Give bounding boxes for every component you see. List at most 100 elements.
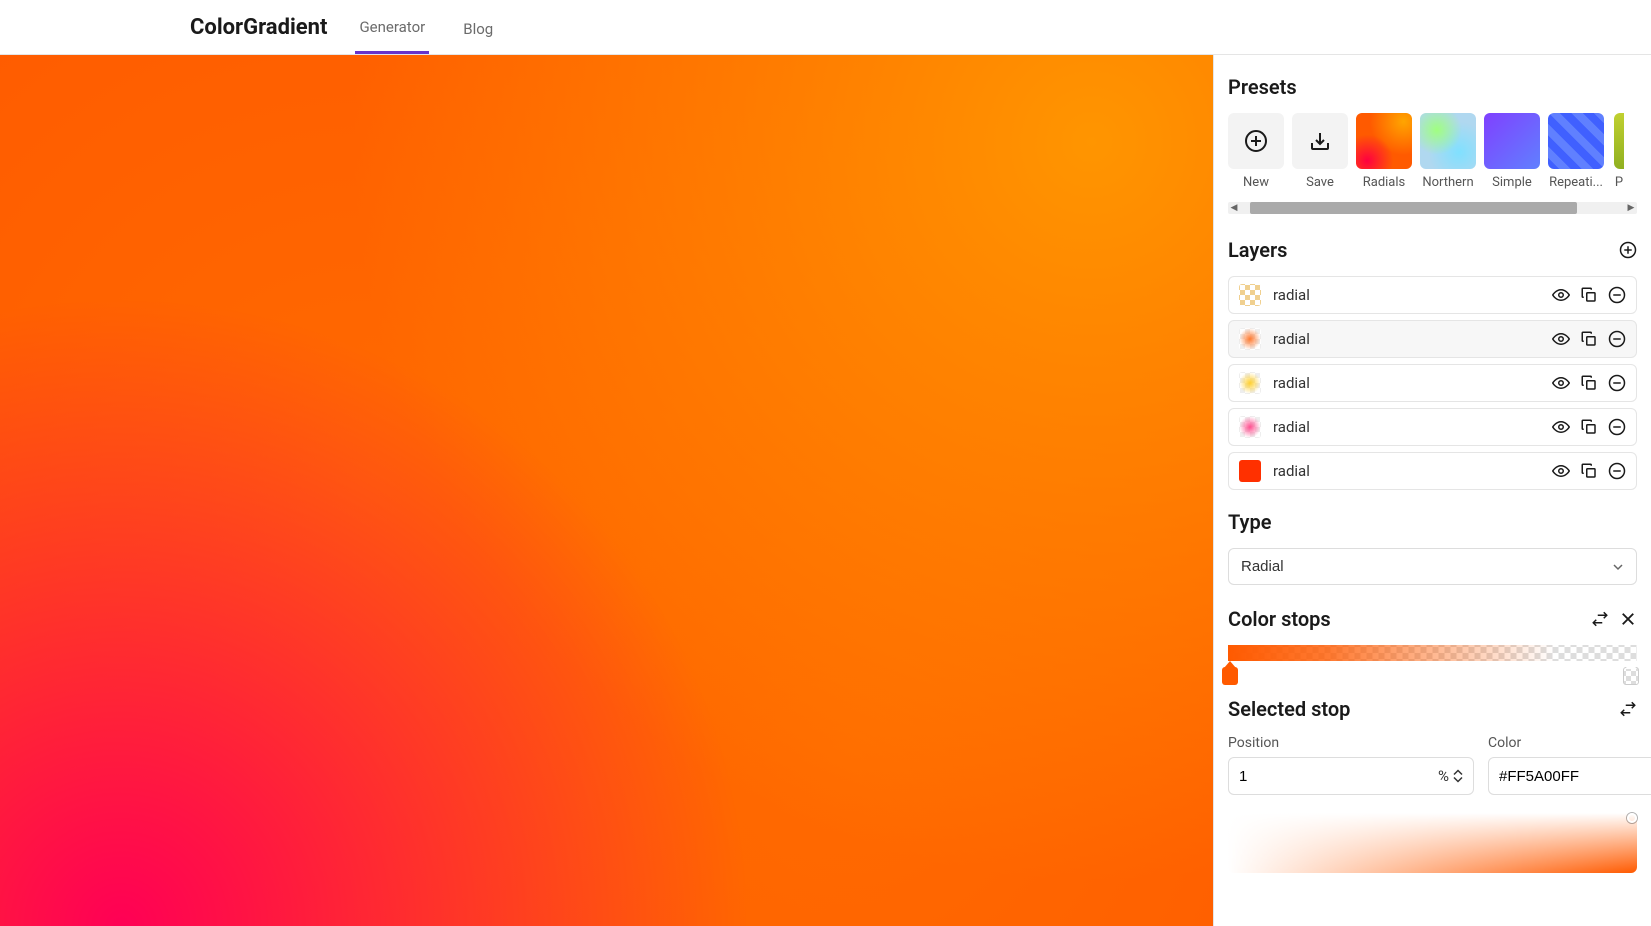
color-input-wrap[interactable] — [1488, 757, 1651, 795]
layer-actions — [1552, 330, 1626, 348]
preset-radials[interactable]: Radials — [1356, 113, 1412, 190]
selected-stop-header: Selected stop — [1228, 697, 1637, 721]
layer-item[interactable]: radial — [1228, 320, 1637, 358]
gradient-preview-canvas[interactable] — [0, 55, 1213, 926]
preset-label: Save — [1306, 175, 1334, 190]
main-area: Presets New Save Radials — [0, 55, 1651, 926]
preset-label: Radials — [1363, 175, 1406, 190]
preset-label: P — [1615, 175, 1623, 190]
layers-title: Layers — [1228, 238, 1287, 262]
scroll-right-icon[interactable]: ▶ — [1625, 204, 1637, 213]
layer-actions — [1552, 418, 1626, 436]
preset-swatch — [1614, 113, 1624, 169]
minus-circle-icon[interactable] — [1608, 418, 1626, 436]
preset-simple[interactable]: Simple — [1484, 113, 1540, 190]
layer-item[interactable]: radial — [1228, 276, 1637, 314]
presets-row: New Save Radials Northern — [1228, 113, 1637, 196]
eye-icon[interactable] — [1552, 330, 1570, 348]
preset-swatch — [1420, 113, 1476, 169]
color-picker[interactable] — [1228, 813, 1637, 873]
layer-actions — [1552, 462, 1626, 480]
download-icon — [1292, 113, 1348, 169]
presets-scrollbar[interactable]: ◀ ▶ — [1228, 202, 1637, 214]
preset-swatch — [1356, 113, 1412, 169]
minus-circle-icon[interactable] — [1608, 286, 1626, 304]
layer-swatch — [1239, 284, 1261, 306]
layer-item[interactable]: radial — [1228, 364, 1637, 402]
layers-header: Layers — [1228, 238, 1637, 262]
position-label: Position — [1228, 735, 1474, 751]
position-input[interactable] — [1239, 768, 1438, 785]
swap-icon[interactable] — [1619, 700, 1637, 718]
selected-stop-title: Selected stop — [1228, 697, 1350, 721]
preset-new[interactable]: New — [1228, 113, 1284, 190]
preset-save[interactable]: Save — [1292, 113, 1348, 190]
preset-repeating[interactable]: Repeati... — [1548, 113, 1604, 190]
copy-icon[interactable] — [1580, 462, 1598, 480]
selected-stop-fields: Position % Color — [1228, 735, 1637, 795]
swap-icon[interactable] — [1591, 610, 1609, 628]
layer-swatch — [1239, 328, 1261, 350]
color-stop-marker[interactable] — [1222, 661, 1242, 685]
minus-circle-icon[interactable] — [1608, 462, 1626, 480]
type-title: Type — [1228, 510, 1637, 534]
layer-name: radial — [1273, 330, 1540, 348]
preset-partial[interactable]: P — [1612, 113, 1626, 190]
color-picker-cursor[interactable] — [1627, 813, 1637, 823]
sidebar: Presets New Save Radials — [1213, 55, 1651, 926]
preset-label: Repeati... — [1549, 175, 1603, 190]
layer-actions — [1552, 374, 1626, 392]
scrollbar-thumb[interactable] — [1250, 202, 1577, 214]
add-layer-button[interactable] — [1619, 241, 1637, 259]
layer-name: radial — [1273, 418, 1540, 436]
copy-icon[interactable] — [1580, 330, 1598, 348]
layer-name: radial — [1273, 286, 1540, 304]
layer-swatch — [1239, 460, 1261, 482]
position-unit: % — [1438, 767, 1449, 785]
layer-actions — [1552, 286, 1626, 304]
layer-item[interactable]: radial — [1228, 452, 1637, 490]
presets-title: Presets — [1228, 75, 1637, 99]
color-stop-marker[interactable] — [1623, 661, 1643, 685]
copy-icon[interactable] — [1580, 374, 1598, 392]
eye-icon[interactable] — [1552, 374, 1570, 392]
color-stops-track[interactable] — [1228, 645, 1637, 661]
eye-icon[interactable] — [1552, 286, 1570, 304]
position-stepper[interactable] — [1453, 769, 1463, 783]
copy-icon[interactable] — [1580, 286, 1598, 304]
type-select[interactable]: Radial — [1228, 548, 1637, 585]
preset-northern[interactable]: Northern — [1420, 113, 1476, 190]
preset-label: Northern — [1422, 175, 1473, 190]
color-stops-bar — [1228, 645, 1637, 661]
copy-icon[interactable] — [1580, 418, 1598, 436]
nav-generator[interactable]: Generator — [355, 0, 429, 54]
layer-list: radial radial radial — [1228, 276, 1637, 490]
eye-icon[interactable] — [1552, 418, 1570, 436]
header: ColorGradient Generator Blog — [0, 0, 1651, 55]
layer-swatch — [1239, 372, 1261, 394]
color-stops-header: Color stops — [1228, 607, 1637, 631]
layer-swatch — [1239, 416, 1261, 438]
eye-icon[interactable] — [1552, 462, 1570, 480]
color-label: Color — [1488, 735, 1651, 751]
close-icon[interactable] — [1619, 610, 1637, 628]
chevron-down-icon[interactable] — [1453, 776, 1463, 783]
layer-name: radial — [1273, 374, 1540, 392]
nav-blog[interactable]: Blog — [459, 2, 497, 53]
minus-circle-icon[interactable] — [1608, 330, 1626, 348]
position-input-wrap[interactable]: % — [1228, 757, 1474, 795]
position-field: Position % — [1228, 735, 1474, 795]
color-input[interactable] — [1499, 768, 1651, 785]
color-stops-title: Color stops — [1228, 607, 1331, 631]
plus-circle-icon — [1228, 113, 1284, 169]
layer-name: radial — [1273, 462, 1540, 480]
preset-label: New — [1243, 175, 1269, 190]
chevron-up-icon[interactable] — [1453, 769, 1463, 776]
preset-swatch — [1484, 113, 1540, 169]
minus-circle-icon[interactable] — [1608, 374, 1626, 392]
preset-label: Simple — [1492, 175, 1532, 190]
layer-item[interactable]: radial — [1228, 408, 1637, 446]
scroll-left-icon[interactable]: ◀ — [1228, 204, 1240, 213]
presets-scroll-area: New Save Radials Northern — [1228, 113, 1637, 214]
app-logo[interactable]: ColorGradient — [190, 15, 327, 40]
